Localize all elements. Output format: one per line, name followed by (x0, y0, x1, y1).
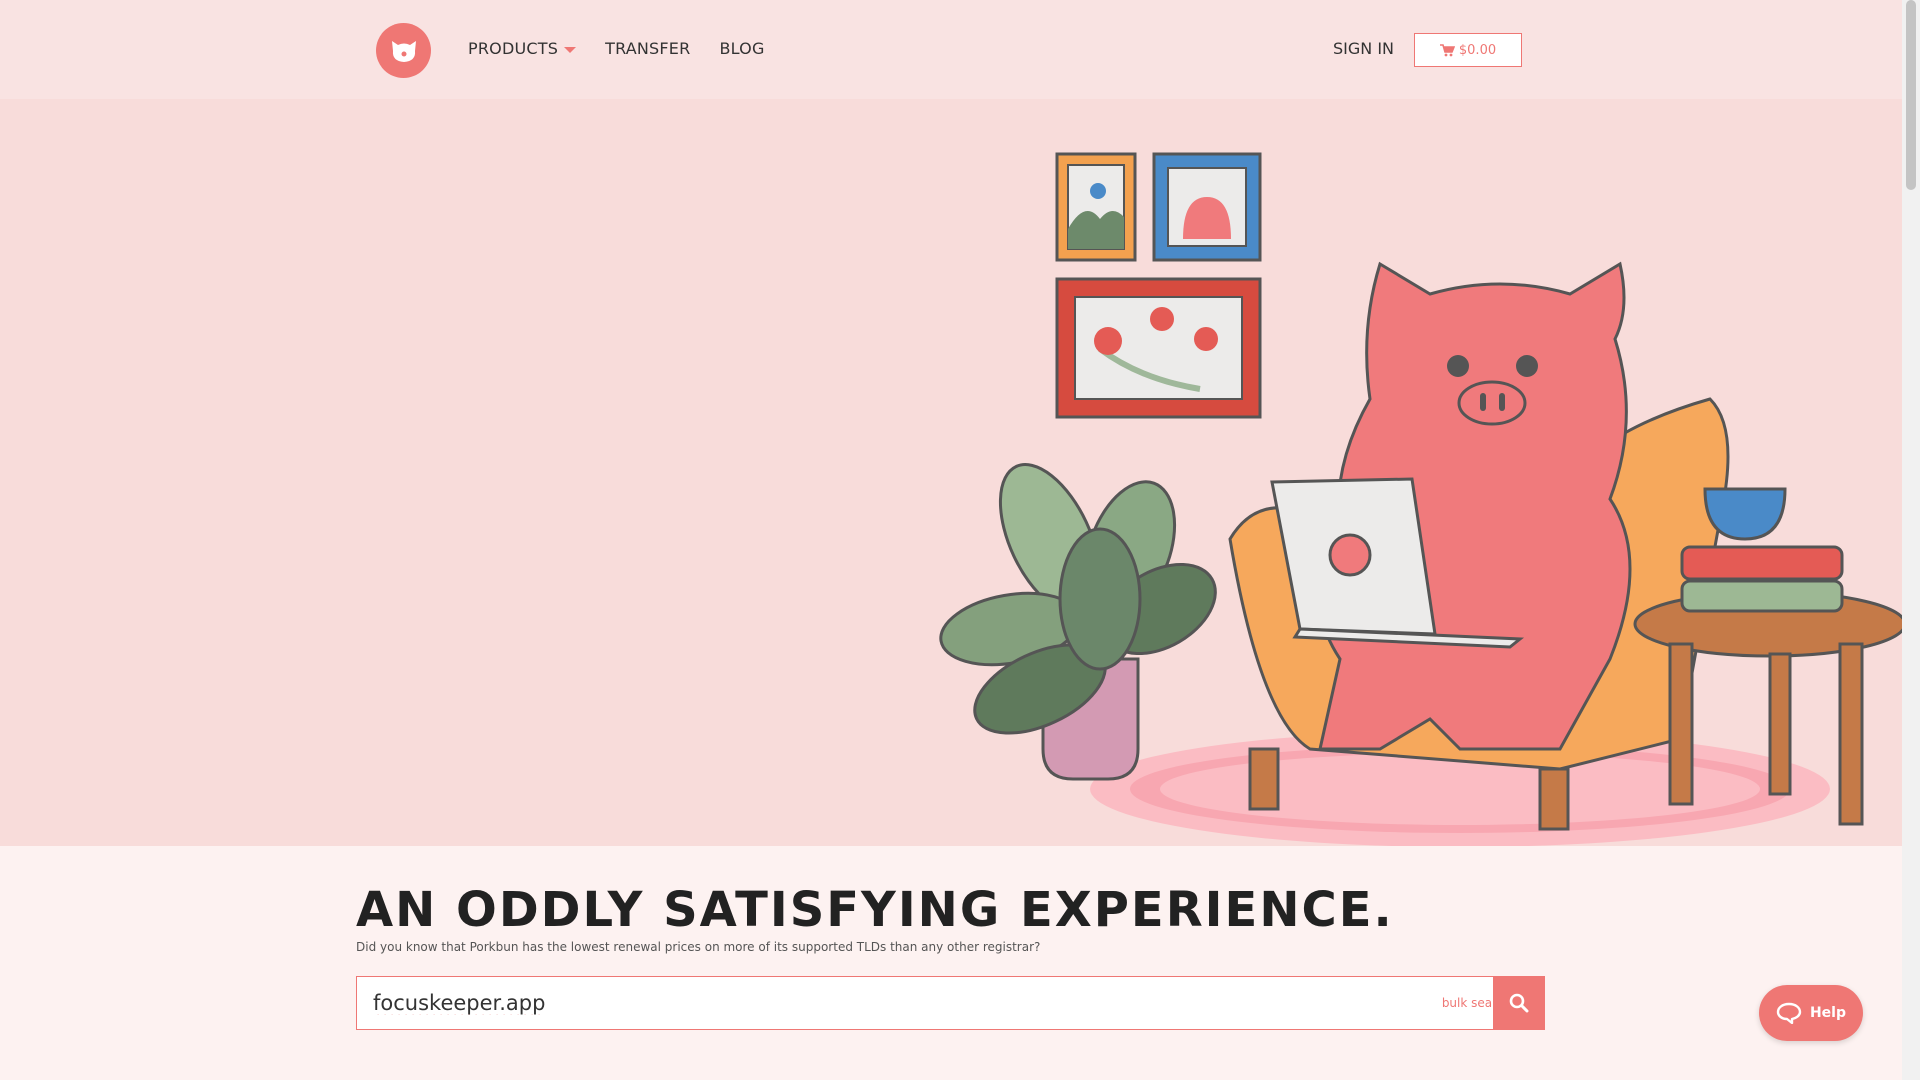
help-button[interactable]: Help (1759, 985, 1863, 1041)
nav-blog-label: BLOG (719, 39, 765, 58)
cart-icon (1439, 43, 1455, 56)
search-button[interactable] (1493, 976, 1545, 1030)
domain-search-box: bulk search (356, 976, 1544, 1030)
cart-button[interactable]: $0.00 (1414, 33, 1522, 67)
scrollbar-thumb[interactable] (1906, 0, 1916, 190)
cart-total: $0.00 (1458, 42, 1497, 58)
hero-banner (0, 99, 1902, 846)
chat-icon (1776, 1002, 1802, 1024)
nav-products[interactable]: PRODUCTS (468, 39, 577, 58)
nav-blog[interactable]: BLOG (719, 39, 764, 58)
pig-reading-illustration (939, 152, 1902, 846)
nav-products-label: PRODUCTS (468, 39, 559, 58)
help-label: Help (1809, 1005, 1847, 1021)
sign-in-link[interactable]: SIGN IN (1333, 39, 1394, 58)
search-icon (1509, 993, 1529, 1013)
nav-transfer-label: TRANSFER (605, 39, 691, 58)
main-nav: PRODUCTS TRANSFER BLOG (468, 39, 794, 58)
domain-search-input[interactable] (357, 977, 1442, 1029)
page-headline: AN ODDLY SATISFYING EXPERIENCE. (356, 882, 1394, 938)
renewal-note: Did you know that Porkbun has the lowest… (356, 940, 1041, 954)
pig-logo-icon[interactable] (376, 23, 431, 78)
nav-transfer[interactable]: TRANSFER (605, 39, 690, 58)
page-scrollbar[interactable] (1902, 0, 1920, 1080)
caret-down-icon (564, 46, 577, 53)
site-header: PRODUCTS TRANSFER BLOG SIGN IN $0.00 (0, 0, 1902, 99)
